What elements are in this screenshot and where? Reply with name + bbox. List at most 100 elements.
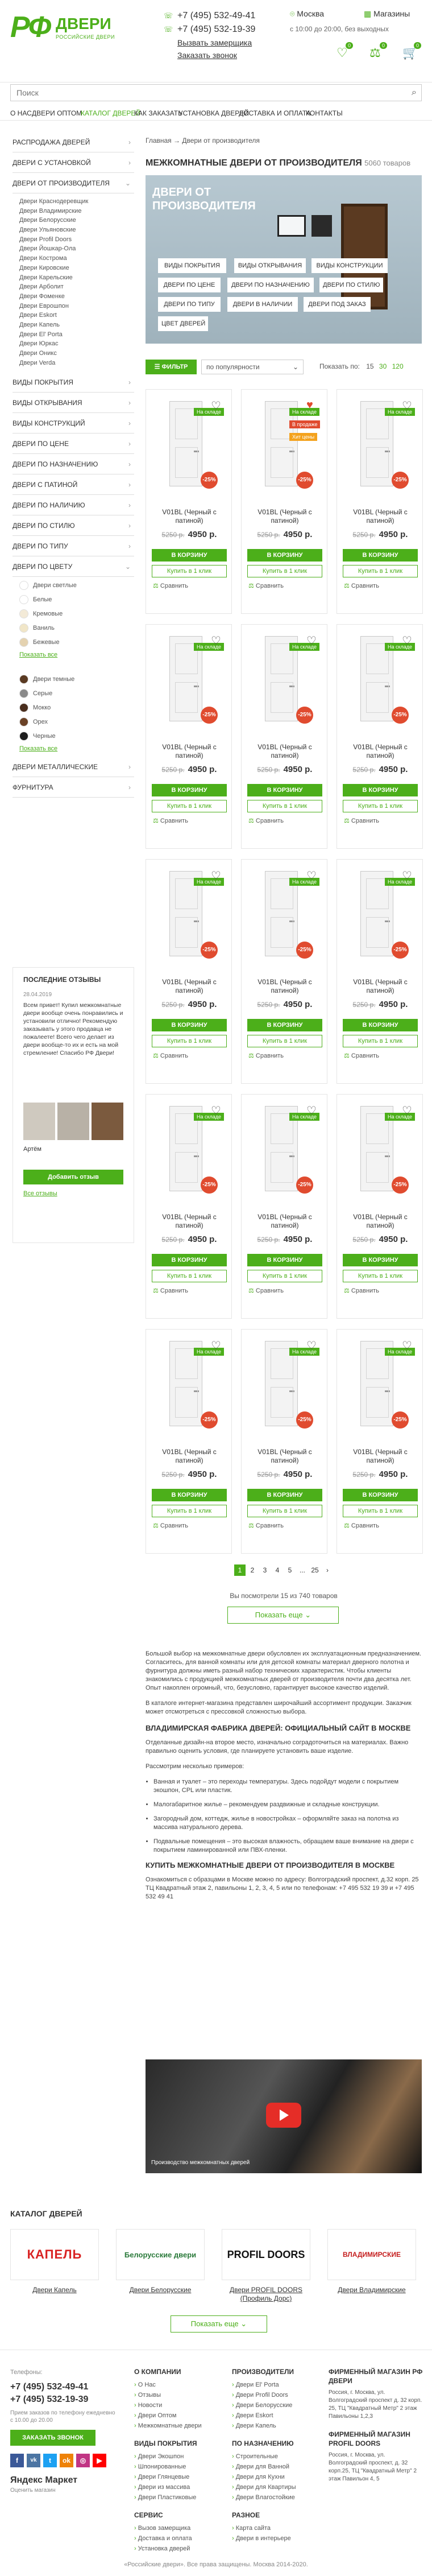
show-all-link[interactable]: Показать все — [13, 745, 134, 757]
product-card[interactable]: На складе ♡ -25% V01BL (Черный с патиной) 52… — [337, 1094, 423, 1319]
color-filter-option[interactable]: Бежевые — [13, 637, 134, 651]
product-name[interactable]: V01BL (Черный с патиной) — [149, 508, 229, 525]
product-card[interactable]: На складе ♡ -25% V01BL (Черный с патиной) 52… — [337, 389, 423, 614]
compare-toggle[interactable]: ⚖ Сравнить — [248, 1052, 284, 1059]
review-photo[interactable] — [57, 1103, 89, 1140]
maker-link[interactable]: Двери Фоменке — [19, 292, 134, 302]
color-filter-option[interactable]: Кремовые — [13, 609, 134, 623]
per-page-30[interactable]: 30 — [379, 362, 387, 370]
heart-icon[interactable]: ♡ — [211, 634, 221, 648]
maker-link[interactable]: Двери Кировские — [19, 263, 134, 273]
heart-icon[interactable]: ♡ — [211, 399, 221, 413]
odnoklassniki-icon[interactable]: ok — [60, 2454, 73, 2467]
brand-card[interactable]: КАПЕЛЬ Двери Капель — [10, 2229, 99, 2303]
city-selector[interactable]: ⌾ Москва — [290, 9, 324, 19]
instagram-icon[interactable]: ◎ — [76, 2454, 90, 2467]
color-filter-option[interactable]: Двери темные — [13, 674, 134, 688]
brand-link[interactable]: Двери Капель — [10, 2286, 99, 2294]
breadcrumb[interactable]: Главная → Двери от производителя — [146, 137, 260, 145]
maker-link[interactable]: Двери Карельские — [19, 273, 134, 283]
sidebar-item[interactable]: ДВЕРИ ПО НАЗНАЧЕНИЮ › — [13, 454, 134, 475]
buy-one-click-button[interactable]: Купить в 1 клик — [247, 1035, 322, 1047]
product-card[interactable]: На складе В продаже Хит цены ♥ -25% V01BL (Че… — [241, 389, 327, 614]
banner-chip[interactable]: ЦВЕТ ДВЕРЕЙ — [158, 316, 208, 331]
add-to-cart-button[interactable]: В КОРЗИНУ — [152, 1489, 227, 1501]
heart-icon[interactable]: ♡ — [306, 634, 317, 648]
add-to-cart-button[interactable]: В КОРЗИНУ — [343, 1254, 418, 1266]
next-page-icon[interactable]: › — [322, 1564, 333, 1576]
nav-item-2[interactable]: ДВЕРИ ОПТОМ — [32, 109, 82, 117]
footer-link[interactable]: Двери El' Porta — [232, 2380, 317, 2390]
sidebar-item[interactable]: ДВЕРИ ПО СТИЛЮ › — [13, 515, 134, 536]
phone-link-1[interactable]: ☏ +7 (495) 532-49-41 — [160, 9, 274, 23]
buy-one-click-button[interactable]: Купить в 1 клик — [247, 565, 322, 577]
show-more-button[interactable]: Показать еще ⌄ — [227, 1607, 339, 1624]
maker-link[interactable]: Двери Profil Doors — [19, 235, 134, 245]
compare-toggle[interactable]: ⚖ Сравнить — [344, 1287, 379, 1294]
brand-card[interactable]: Белорусские двери Двери Белорусские — [116, 2229, 205, 2303]
product-card[interactable]: На складе ♡ -25% V01BL (Черный с патиной) 52… — [146, 389, 232, 614]
sidebar-item[interactable]: ДВЕРИ С УСТАНОВКОЙ › — [13, 152, 134, 173]
footer-link[interactable]: Отзывы — [134, 2390, 219, 2400]
vk-icon[interactable]: vk — [27, 2454, 40, 2467]
banner-chip[interactable]: ДВЕРИ В НАЛИЧИИ — [227, 297, 298, 312]
per-page-15[interactable]: 15 — [366, 362, 373, 370]
review-photo[interactable] — [92, 1103, 123, 1140]
per-page-120[interactable]: 120 — [392, 362, 404, 370]
footer-link[interactable]: Двери Белорусские — [232, 2400, 317, 2410]
sidebar-item[interactable]: ДВЕРИ ПО НАЛИЧИЮ › — [13, 495, 134, 516]
footer-link[interactable]: Строительные — [232, 2451, 317, 2462]
compare-toggle[interactable]: ⚖ Сравнить — [344, 817, 379, 824]
compare-toggle[interactable]: ⚖ Сравнить — [153, 817, 188, 824]
play-button[interactable] — [266, 2103, 301, 2128]
compare-toggle[interactable]: ⚖ Сравнить — [344, 1522, 379, 1529]
footer-link[interactable]: Новости — [134, 2400, 219, 2410]
buy-one-click-button[interactable]: Купить в 1 клик — [247, 1270, 322, 1282]
buy-one-click-button[interactable]: Купить в 1 клик — [343, 565, 418, 577]
maker-link[interactable]: Двери Кострома — [19, 254, 134, 263]
brand-logo[interactable]: КАПЕЛЬ — [10, 2229, 99, 2280]
brand-link[interactable]: Двери PROFIL DOORS (Профиль Дорс) — [222, 2286, 310, 2303]
sort-select[interactable]: по популярности ⌄ — [201, 360, 304, 374]
product-name[interactable]: V01BL (Черный с патиной) — [245, 978, 325, 995]
footer-link[interactable]: Двери для Ванной — [232, 2462, 317, 2472]
buy-one-click-button[interactable]: Купить в 1 клик — [152, 800, 227, 812]
banner-chip[interactable]: ВИДЫ КОНСТРУКЦИИ — [311, 258, 388, 273]
search-input[interactable] — [11, 85, 397, 101]
youtube-icon[interactable]: ▶ — [93, 2454, 106, 2467]
footer-link[interactable]: Вызов замерщика — [134, 2523, 219, 2533]
page-link-3[interactable]: 3 — [259, 1564, 271, 1576]
compare-toggle[interactable]: ⚖ Сравнить — [344, 1052, 379, 1059]
product-card[interactable]: На складе ♡ -25% V01BL (Черный с патиной) 52… — [337, 624, 423, 849]
search-icon[interactable]: ⌕ — [412, 88, 417, 98]
maker-link[interactable]: Двери Арболит — [19, 282, 134, 292]
product-card[interactable]: На складе ♡ -25% V01BL (Черный с патиной) 52… — [241, 624, 327, 849]
maker-link[interactable]: Двери Краснодеревщик — [19, 197, 134, 207]
nav-item-7[interactable]: КОНТАКТЫ — [306, 109, 343, 117]
page-link-25[interactable]: 25 — [309, 1564, 321, 1576]
product-name[interactable]: V01BL (Черный с патиной) — [340, 1448, 420, 1465]
banner-chip[interactable]: ДВЕРИ ПО НАЗНАЧЕНИЮ — [227, 278, 314, 292]
footer-link[interactable]: Двери для Квартиры — [232, 2482, 317, 2492]
footer-link[interactable]: Двери для Кухни — [232, 2472, 317, 2482]
banner-chip[interactable]: ДВЕРИ ПО ТИПУ — [158, 297, 221, 312]
footer-link[interactable]: Карта сайта — [232, 2523, 317, 2533]
product-name[interactable]: V01BL (Черный с патиной) — [245, 1448, 325, 1465]
compare-toggle[interactable]: ⚖ Сравнить — [344, 582, 379, 589]
buy-one-click-button[interactable]: Купить в 1 клик — [152, 1270, 227, 1282]
footer-link[interactable]: Доставка и оплата — [134, 2533, 219, 2544]
page-link-5[interactable]: 5 — [284, 1564, 296, 1576]
product-name[interactable]: V01BL (Черный с патиной) — [245, 508, 325, 525]
product-name[interactable]: V01BL (Черный с патиной) — [149, 743, 229, 760]
color-filter-option[interactable]: Серые — [13, 688, 134, 703]
add-to-cart-button[interactable]: В КОРЗИНУ — [343, 1019, 418, 1031]
buy-one-click-button[interactable]: Купить в 1 клик — [343, 800, 418, 812]
brand-link[interactable]: Двери Белорусские — [116, 2286, 205, 2294]
product-name[interactable]: V01BL (Черный с патиной) — [245, 1213, 325, 1230]
add-to-cart-button[interactable]: В КОРЗИНУ — [343, 784, 418, 796]
product-name[interactable]: V01BL (Черный с патиной) — [245, 743, 325, 760]
sidebar-item[interactable]: ДВЕРИ ПО ЦВЕТУ ⌄ — [13, 556, 134, 577]
maker-link[interactable]: Двери Белорусские — [19, 216, 134, 225]
footer-link[interactable]: Двери Оптом — [134, 2410, 219, 2421]
maker-link[interactable]: Двери Владимирские — [19, 207, 134, 216]
